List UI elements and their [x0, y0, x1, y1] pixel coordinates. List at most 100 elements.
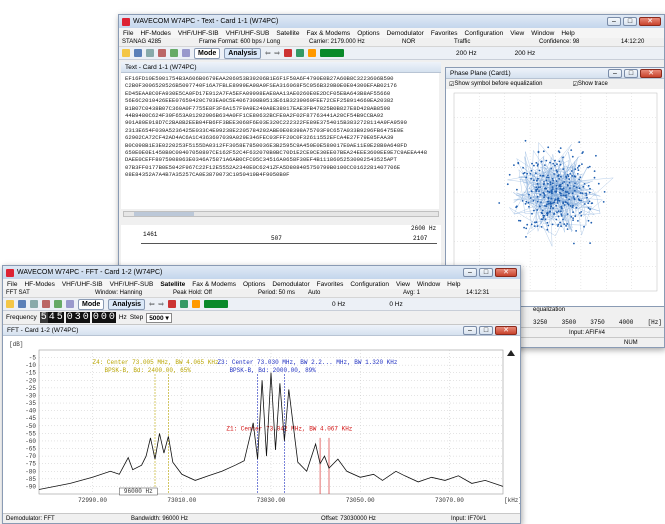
fft-minimize-button[interactable]: –: [463, 325, 477, 335]
phase-symbol-point: [523, 226, 525, 229]
menu-configuration[interactable]: Configuration: [350, 281, 389, 288]
arrow-right-icon[interactable]: ⇨: [159, 300, 164, 308]
frequency-row: Frequency 5 4 5 0 3 0 0 0 0 Hz Step 5000…: [3, 311, 520, 325]
save-icon[interactable]: [134, 49, 142, 57]
menu-file[interactable]: File: [7, 281, 17, 288]
maximize-button[interactable]: □: [623, 17, 637, 26]
scope-icon[interactable]: [179, 300, 188, 308]
cut-icon[interactable]: [158, 49, 166, 57]
close-button[interactable]: ✕: [639, 17, 661, 26]
menu-fax-modems[interactable]: Fax & Modems: [192, 281, 236, 288]
frequency-label: Frequency: [6, 314, 37, 321]
save-icon[interactable]: [18, 300, 26, 308]
menu-file[interactable]: File: [123, 30, 133, 37]
back-menubar: File HF-Modes VHF/UHF-SIB VHF/UHF-SUB Sa…: [119, 28, 664, 38]
y-tick-label: -5: [29, 355, 37, 362]
menu-vhf-sib[interactable]: VHF/UHF-SIB: [62, 281, 103, 288]
menu-hf-modes[interactable]: HF-Modes: [24, 281, 54, 288]
menu-favorites[interactable]: Favorites: [431, 30, 458, 37]
y-tick-label: -25: [25, 385, 36, 392]
menu-hf-modes[interactable]: HF-Modes: [140, 30, 170, 37]
fft-window-titlebar[interactable]: FFT - Card 1-2 (W74PC) – □ ✕: [3, 325, 520, 336]
pp-option-trace: Show trace: [577, 81, 608, 87]
mode-button[interactable]: Mode: [78, 298, 105, 310]
menu-view[interactable]: View: [396, 281, 410, 288]
menu-vhf-sub[interactable]: VHF/UHF-SUB: [226, 30, 270, 37]
arrow-right-icon[interactable]: ⇨: [275, 49, 280, 57]
arrow-left-icon[interactable]: ⇦: [149, 300, 154, 308]
menu-help[interactable]: Help: [561, 30, 574, 37]
phase-symbol-point: [542, 174, 544, 177]
menu-window[interactable]: Window: [417, 281, 440, 288]
waterfall-icon[interactable]: [307, 49, 316, 57]
hex-line: ED45EAA8C0FA930E5CA0FD17E912A7FA5EFA0999…: [125, 89, 391, 97]
phase-symbol-point: [559, 210, 562, 213]
analysis-button[interactable]: Analysis: [108, 298, 146, 310]
phase-symbol-point: [562, 194, 565, 197]
close-button[interactable]: ✕: [495, 268, 517, 277]
menu-view[interactable]: View: [510, 30, 524, 37]
menu-demodulator[interactable]: Demodulator: [387, 30, 424, 37]
y-tick-label: -55: [25, 430, 36, 437]
mode-button[interactable]: Mode: [194, 47, 221, 59]
phase-symbol-point: [563, 204, 566, 206]
chart-icon[interactable]: [167, 300, 176, 308]
step-select[interactable]: 5000 ▾: [146, 312, 172, 323]
folder-icon[interactable]: [122, 49, 130, 57]
front-window-titlebar[interactable]: WAVECOM W74PC - FFT - Card 1-2 (W74PC) –…: [3, 266, 520, 279]
menu-options[interactable]: Options: [243, 281, 265, 288]
menu-configuration[interactable]: Configuration: [465, 30, 504, 37]
phase-symbol-point: [569, 205, 572, 207]
minimize-button[interactable]: –: [463, 268, 477, 277]
copy-icon[interactable]: [170, 49, 178, 57]
pp-close-button[interactable]: ✕: [640, 68, 662, 78]
back-window-titlebar[interactable]: WAVECOM W74PC - Text - Card 1-1 (W74PC) …: [119, 15, 664, 28]
waterfall-icon[interactable]: [191, 300, 200, 308]
menu-vhf-sib[interactable]: VHF/UHF-SIB: [178, 30, 219, 37]
phase-symbol-point: [557, 215, 560, 218]
copy-icon[interactable]: [54, 300, 62, 308]
fft-close-button[interactable]: ✕: [495, 325, 517, 335]
print-icon[interactable]: [30, 300, 38, 308]
arrow-left-icon[interactable]: ⇦: [265, 49, 270, 57]
menu-satellite[interactable]: Satellite: [276, 30, 299, 37]
text-window-title[interactable]: Text - Card 1-1 (W74PC): [121, 62, 441, 73]
phase-symbol-point: [547, 203, 550, 205]
phase-plane-titlebar[interactable]: Phase Plane (Card1) – □ ✕: [446, 68, 664, 79]
phase-symbol-point: [566, 213, 569, 215]
phase-symbol-point: [568, 192, 570, 195]
text-scrollbar[interactable]: [123, 211, 439, 217]
phase-symbol-point: [574, 168, 577, 171]
find-icon[interactable]: [66, 300, 74, 308]
y-tick-label: -75: [25, 461, 36, 468]
scope-icon[interactable]: [295, 49, 304, 57]
chart-icon[interactable]: [283, 49, 292, 57]
menu-vhf-sub[interactable]: VHF/UHF-SUB: [110, 281, 154, 288]
minimize-button[interactable]: –: [607, 17, 621, 26]
phase-symbol-point: [548, 191, 550, 193]
phase-symbol-point: [566, 223, 568, 225]
pp-maximize-button[interactable]: □: [624, 68, 638, 78]
analysis-button[interactable]: Analysis: [224, 47, 262, 59]
menu-favorites[interactable]: Favorites: [317, 281, 344, 288]
x-axis-label: [kHz]: [504, 497, 520, 504]
menu-help[interactable]: Help: [447, 281, 460, 288]
find-icon[interactable]: [182, 49, 190, 57]
pp-minimize-button[interactable]: –: [608, 68, 622, 78]
menu-fax-modems[interactable]: Fax & Modems: [306, 30, 350, 37]
phase-symbol-point: [573, 242, 575, 245]
phase-symbol-point: [560, 175, 562, 178]
menu-window[interactable]: Window: [531, 30, 554, 37]
menu-satellite[interactable]: Satellite: [160, 281, 185, 288]
frequency-display[interactable]: 5 4 5 0 3 0 0 0 0: [39, 312, 116, 323]
folder-icon[interactable]: [6, 300, 14, 308]
maximize-button[interactable]: □: [479, 268, 493, 277]
print-icon[interactable]: [146, 49, 154, 57]
menu-demodulator[interactable]: Demodulator: [272, 281, 309, 288]
front-toolbar: Mode Analysis ⇦ ⇨ 0 Hz 0 Hz: [3, 298, 520, 311]
status-demod: Demodulator: FFT: [6, 515, 55, 522]
fft-maximize-button[interactable]: □: [479, 325, 493, 335]
phase-symbol-point: [541, 212, 544, 215]
cut-icon[interactable]: [42, 300, 50, 308]
menu-options[interactable]: Options: [357, 30, 379, 37]
